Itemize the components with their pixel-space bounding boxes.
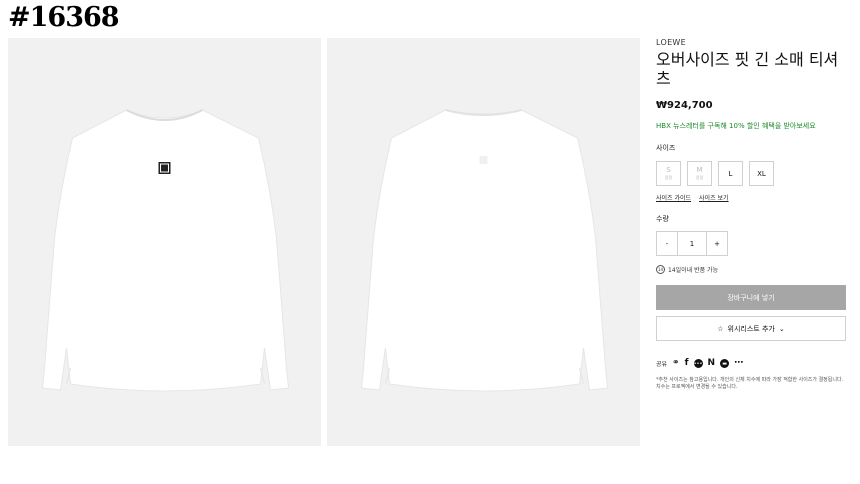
size-option-m[interactable]: M 품절 <box>687 161 712 186</box>
size-option-xl[interactable]: XL <box>749 161 774 186</box>
product-image-front[interactable] <box>8 38 321 446</box>
quantity-label: 수량 <box>656 215 669 223</box>
product-panel: LOEWE 오버사이즈 핏 긴 소매 티셔츠 ₩924,700 HBX 뉴스레터… <box>656 38 848 391</box>
product-gallery <box>8 38 640 446</box>
product-price: ₩924,700 <box>656 100 713 111</box>
add-to-wishlist-button[interactable]: ☆ 위시리스트 추가 ⌄ <box>656 316 846 341</box>
naver-icon[interactable]: N <box>708 359 716 368</box>
size-option-label: M <box>696 166 703 174</box>
share-row: 공유 ⚭ f ••• N ▬ ⋯ <box>656 359 848 368</box>
size-option-s[interactable]: S 품절 <box>656 161 681 186</box>
newsletter-promo[interactable]: HBX 뉴스레터를 구독해 10% 할인 혜택을 받아보세요 <box>656 121 848 131</box>
quantity-stepper: - 1 + <box>656 231 728 256</box>
size-option-label: L <box>728 169 733 178</box>
share-label: 공유 <box>656 361 668 368</box>
line-icon[interactable]: ▬ <box>720 359 730 368</box>
brand-name[interactable]: LOEWE <box>656 38 848 47</box>
returns-text: 14일이내 반품 가능 <box>668 267 719 274</box>
facebook-icon[interactable]: f <box>685 359 689 368</box>
size-disclaimer-note: *추천 사이즈는 참고용입니다. 개인의 신체 치수에 따라 가장 적합한 사이… <box>656 377 844 390</box>
tshirt-front-illustration <box>41 109 290 392</box>
size-options: S 품절 M 품절 L XL <box>656 161 848 186</box>
star-icon: ☆ <box>717 324 724 333</box>
chevron-down-icon: ⌄ <box>778 324 785 333</box>
wishlist-label: 위시리스트 추가 <box>727 324 775 333</box>
overlay-tag: #16368 <box>8 2 120 33</box>
size-label: 사이즈 <box>656 144 676 152</box>
kakao-icon[interactable]: ••• <box>693 359 703 368</box>
returns-info: 14 14일이내 반품 가능 <box>656 265 848 274</box>
add-to-cart-button[interactable]: 장바구니에 넣기 <box>656 285 846 310</box>
tshirt-back-illustration <box>360 109 609 392</box>
size-option-label: S <box>666 166 671 174</box>
quantity-decrease-button[interactable]: - <box>657 232 677 255</box>
return-14-icon: 14 <box>656 265 665 274</box>
product-title: 오버사이즈 핏 긴 소매 티셔츠 <box>656 50 839 88</box>
size-view-link[interactable]: 사이즈 보기 <box>699 193 729 202</box>
more-icon[interactable]: ⋯ <box>734 359 743 368</box>
size-soldout-label: 품절 <box>695 175 704 180</box>
size-option-l[interactable]: L <box>718 161 743 186</box>
size-guide-link[interactable]: 사이즈 가이드 <box>656 193 691 202</box>
size-links: 사이즈 가이드 사이즈 보기 <box>656 193 848 202</box>
link-icon[interactable]: ⚭ <box>672 359 680 368</box>
quantity-value[interactable]: 1 <box>677 232 707 255</box>
quantity-increase-button[interactable]: + <box>707 232 727 255</box>
product-image-back[interactable] <box>327 38 640 446</box>
size-option-label: XL <box>757 169 766 178</box>
size-soldout-label: 품절 <box>664 175 673 180</box>
